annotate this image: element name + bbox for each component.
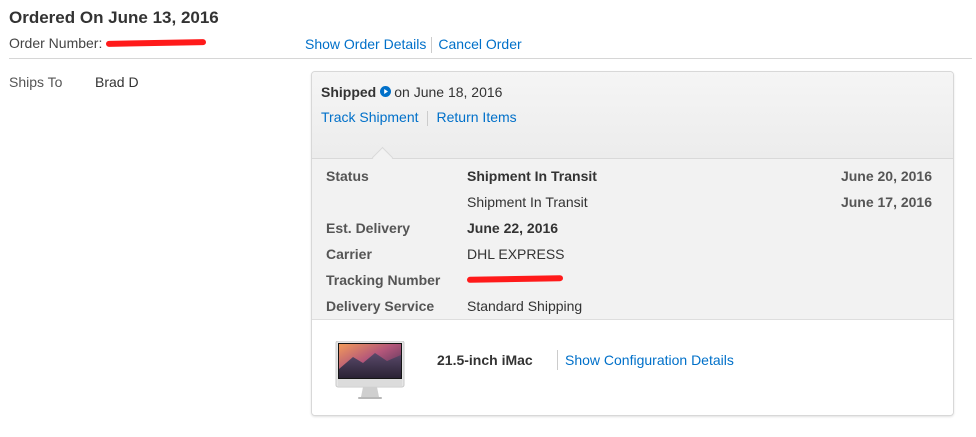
- tracking-number-value: [466, 272, 564, 288]
- status-history-value: Shipment In Transit: [467, 194, 588, 210]
- order-number-label: Order Number:: [9, 35, 103, 51]
- shipment-status-line: Shipped on June 18, 2016: [321, 84, 502, 101]
- shipment-header: Shipped on June 18, 2016 Track Shipment Re…: [312, 72, 953, 159]
- delivery-service-value: Standard Shipping: [467, 298, 583, 314]
- show-configuration-details-link[interactable]: Show Configuration Details: [565, 352, 734, 368]
- carrier-label: Carrier: [326, 246, 372, 262]
- delivery-service-label: Delivery Service: [326, 298, 435, 314]
- play-circle-icon[interactable]: [380, 84, 392, 100]
- shipment-card: Shipped on June 18, 2016 Track Shipment Re…: [311, 71, 954, 416]
- product-name: 21.5-inch iMac: [437, 352, 533, 368]
- carrier-value: DHL EXPRESS: [467, 246, 565, 262]
- status-date: June 20, 2016: [840, 168, 932, 184]
- imac-image: [335, 340, 405, 401]
- track-shipment-link[interactable]: Track Shipment: [321, 109, 419, 125]
- status-value: Shipment In Transit: [467, 168, 597, 184]
- shipped-date: on June 18, 2016: [394, 84, 503, 100]
- header-divider: [9, 58, 972, 59]
- shipped-label: Shipped: [321, 84, 377, 100]
- order-number-redaction: [106, 39, 207, 48]
- order-title: Ordered On June 13, 2016: [9, 8, 219, 27]
- order-number: Order Number:: [9, 35, 207, 51]
- product-row: 21.5-inch iMac Show Configuration Detail…: [312, 320, 953, 415]
- ships-to-name: Brad D: [95, 74, 139, 90]
- link-divider: [557, 350, 558, 370]
- shipment-links: Track Shipment Return Items: [321, 109, 517, 126]
- tracking-number-redaction: [466, 275, 564, 284]
- show-order-details-link[interactable]: Show Order Details: [305, 36, 426, 52]
- est-delivery-label: Est. Delivery: [326, 220, 411, 236]
- link-divider: [431, 37, 433, 54]
- link-divider: [426, 110, 428, 126]
- status-history-date: June 17, 2016: [840, 194, 932, 210]
- est-delivery-value: June 22, 2016: [467, 220, 559, 236]
- cancel-order-link[interactable]: Cancel Order: [438, 36, 521, 52]
- tracking-number-label: Tracking Number: [326, 272, 441, 288]
- ships-to-label: Ships To: [9, 74, 63, 90]
- status-label: Status: [326, 168, 369, 184]
- shipment-details: Status Shipment In Transit June 20, 2016…: [312, 159, 953, 320]
- return-items-link[interactable]: Return Items: [437, 109, 517, 125]
- order-links: Show Order Details Cancel Order: [305, 36, 522, 54]
